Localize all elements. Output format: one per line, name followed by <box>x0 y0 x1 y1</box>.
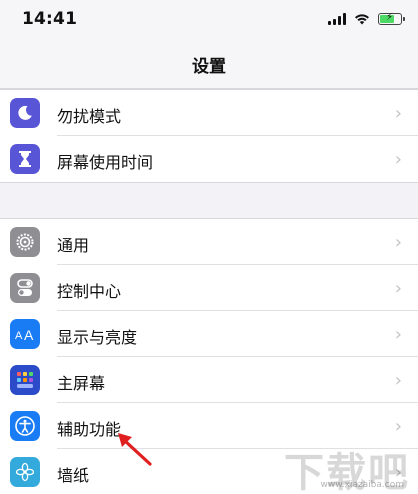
toggles-icon <box>10 273 40 303</box>
status-time: 14:41 <box>22 9 78 29</box>
settings-row-home-screen[interactable]: 主屏幕 › <box>0 357 418 403</box>
flower-icon <box>10 457 40 487</box>
chevron-right-icon: › <box>394 278 402 299</box>
chevron-right-icon: › <box>394 149 402 170</box>
home-screen-grid-icon <box>10 365 40 395</box>
chevron-right-icon: › <box>394 370 402 391</box>
row-label: 主屏幕 <box>57 374 106 393</box>
settings-group-focus: 勿扰模式 › 屏幕使用时间 › <box>0 89 418 183</box>
battery-charging-icon: ⚡ <box>378 12 405 25</box>
settings-row-general[interactable]: 通用 › <box>0 219 418 265</box>
chevron-right-icon: › <box>394 416 402 437</box>
svg-text:A: A <box>24 327 34 342</box>
annotation-arrow-icon <box>118 433 152 466</box>
status-icons: ⚡ <box>328 11 405 27</box>
chevron-right-icon: › <box>394 103 402 124</box>
chevron-right-icon: › <box>394 324 402 345</box>
settings-row-do-not-disturb[interactable]: 勿扰模式 › <box>0 90 418 136</box>
row-label: 显示与亮度 <box>57 328 138 347</box>
nav-bar: 设置 <box>0 40 418 89</box>
gear-icon <box>10 227 40 257</box>
row-label: 通用 <box>57 236 90 255</box>
watermark: 下载吧 www.xiazaiba.com <box>270 440 410 494</box>
accessibility-icon <box>10 411 40 441</box>
settings-row-screen-time[interactable]: 屏幕使用时间 › <box>0 136 418 182</box>
signal-icon <box>328 13 346 25</box>
row-label: 勿扰模式 <box>57 107 122 126</box>
row-label: 屏幕使用时间 <box>57 153 154 172</box>
row-label: 控制中心 <box>57 282 122 301</box>
row-label: 墙纸 <box>57 466 90 485</box>
settings-row-control-center[interactable]: 控制中心 › <box>0 265 418 311</box>
moon-icon <box>10 98 40 128</box>
wifi-icon <box>355 14 369 25</box>
settings-row-display-brightness[interactable]: A A 显示与亮度 › <box>0 311 418 357</box>
page-title: 设置 <box>192 56 226 77</box>
watermark-url: www.xiazaiba.com <box>320 480 404 490</box>
text-size-icon: A A <box>10 319 40 349</box>
chevron-right-icon: › <box>394 232 402 253</box>
hourglass-icon <box>10 144 40 174</box>
status-bar: 14:41 ⚡ <box>0 0 418 40</box>
svg-text:A: A <box>15 330 23 342</box>
